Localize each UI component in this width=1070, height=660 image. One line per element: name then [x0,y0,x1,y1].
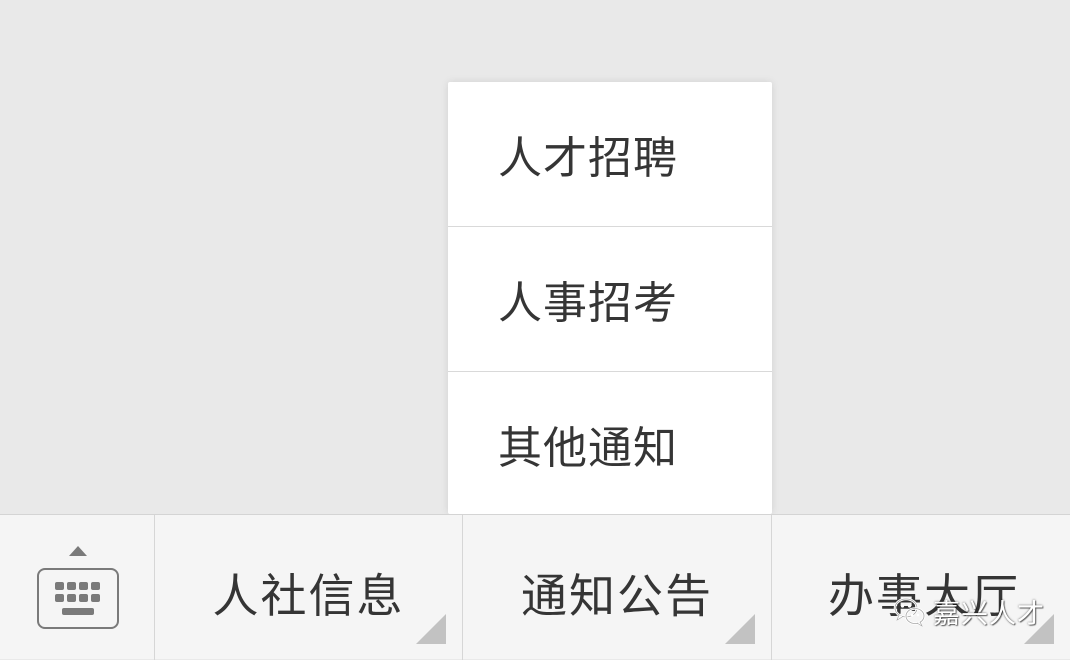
submenu-popup: 人才招聘 人事招考 其他通知 [448,82,772,514]
submenu-item-other-notices[interactable]: 其他通知 [448,372,772,516]
submenu-indicator-icon [725,614,755,644]
submenu-item-label: 其他通知 [498,423,678,474]
submenu-indicator-icon [416,614,446,644]
tab-hrss-info[interactable]: 人社信息 [155,515,463,660]
watermark-text: 嘉兴人才 [933,599,1045,630]
bottom-menu-bar: 人社信息 通知公告 办事大厅 [0,514,1070,660]
tab-service-hall[interactable]: 办事大厅 [772,515,1070,660]
tab-announcements[interactable]: 通知公告 [463,515,772,660]
keyboard-icon [37,568,119,629]
keyboard-switch-button[interactable] [0,515,155,660]
submenu-item-talent-recruitment[interactable]: 人才招聘 [448,82,772,226]
submenu-item-personnel-exam[interactable]: 人事招考 [448,227,772,371]
tab-label: 人社信息 [212,568,405,623]
watermark: 嘉兴人才 [893,592,1045,631]
submenu-item-label: 人事招考 [498,278,678,329]
submenu-item-label: 人才招聘 [498,133,678,184]
caret-up-icon [69,546,87,556]
wechat-icon [893,597,926,627]
tab-label: 通知公告 [521,568,713,623]
